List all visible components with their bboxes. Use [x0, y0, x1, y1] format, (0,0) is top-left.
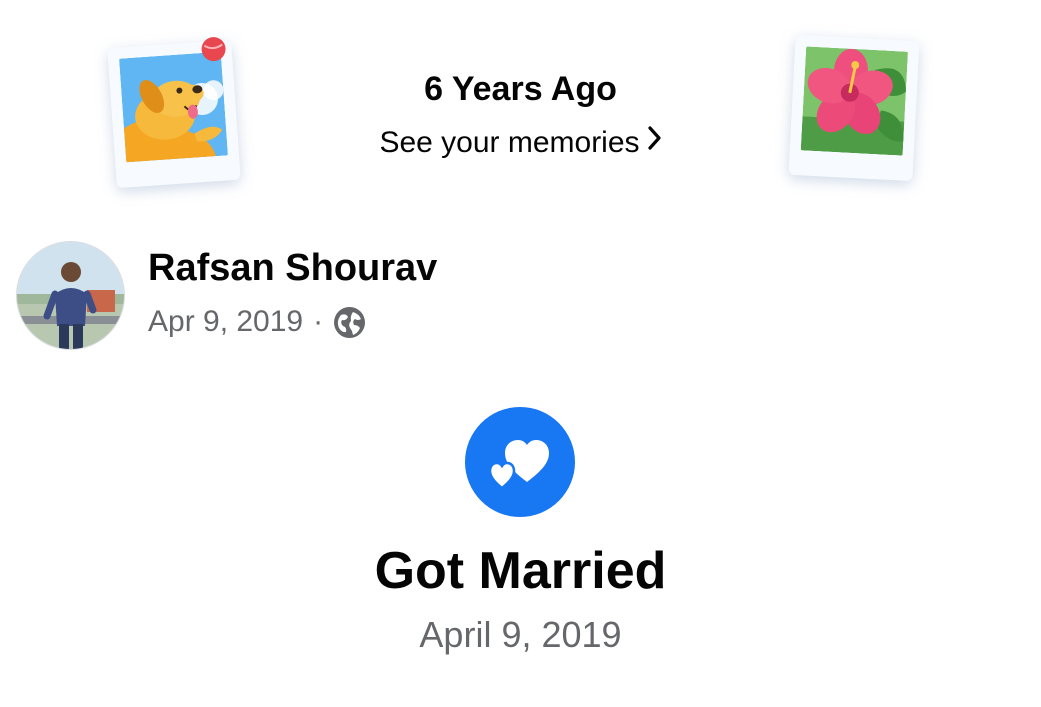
post-date[interactable]: Apr 9, 2019 [148, 305, 303, 339]
profile-photo [17, 242, 124, 349]
event-title: Got Married [374, 542, 667, 600]
meta-separator: · [313, 305, 324, 338]
post-meta: Apr 9, 2019 · [148, 305, 366, 339]
hibiscus-polaroid-sticker [788, 34, 920, 182]
chevron-right-icon [647, 125, 662, 159]
memories-header: 6 Years Ago See your memories [0, 0, 1041, 205]
dog-polaroid-sticker [107, 37, 241, 189]
author-name[interactable]: Rafsan Shourav [148, 247, 437, 290]
globe-icon[interactable] [333, 306, 366, 339]
event-date: April 9, 2019 [419, 614, 622, 655]
hearts-icon [465, 407, 575, 517]
avatar[interactable] [16, 241, 125, 350]
see-memories-label: See your memories [379, 126, 640, 159]
hibiscus-photo [800, 46, 909, 156]
ball-icon [201, 37, 226, 62]
